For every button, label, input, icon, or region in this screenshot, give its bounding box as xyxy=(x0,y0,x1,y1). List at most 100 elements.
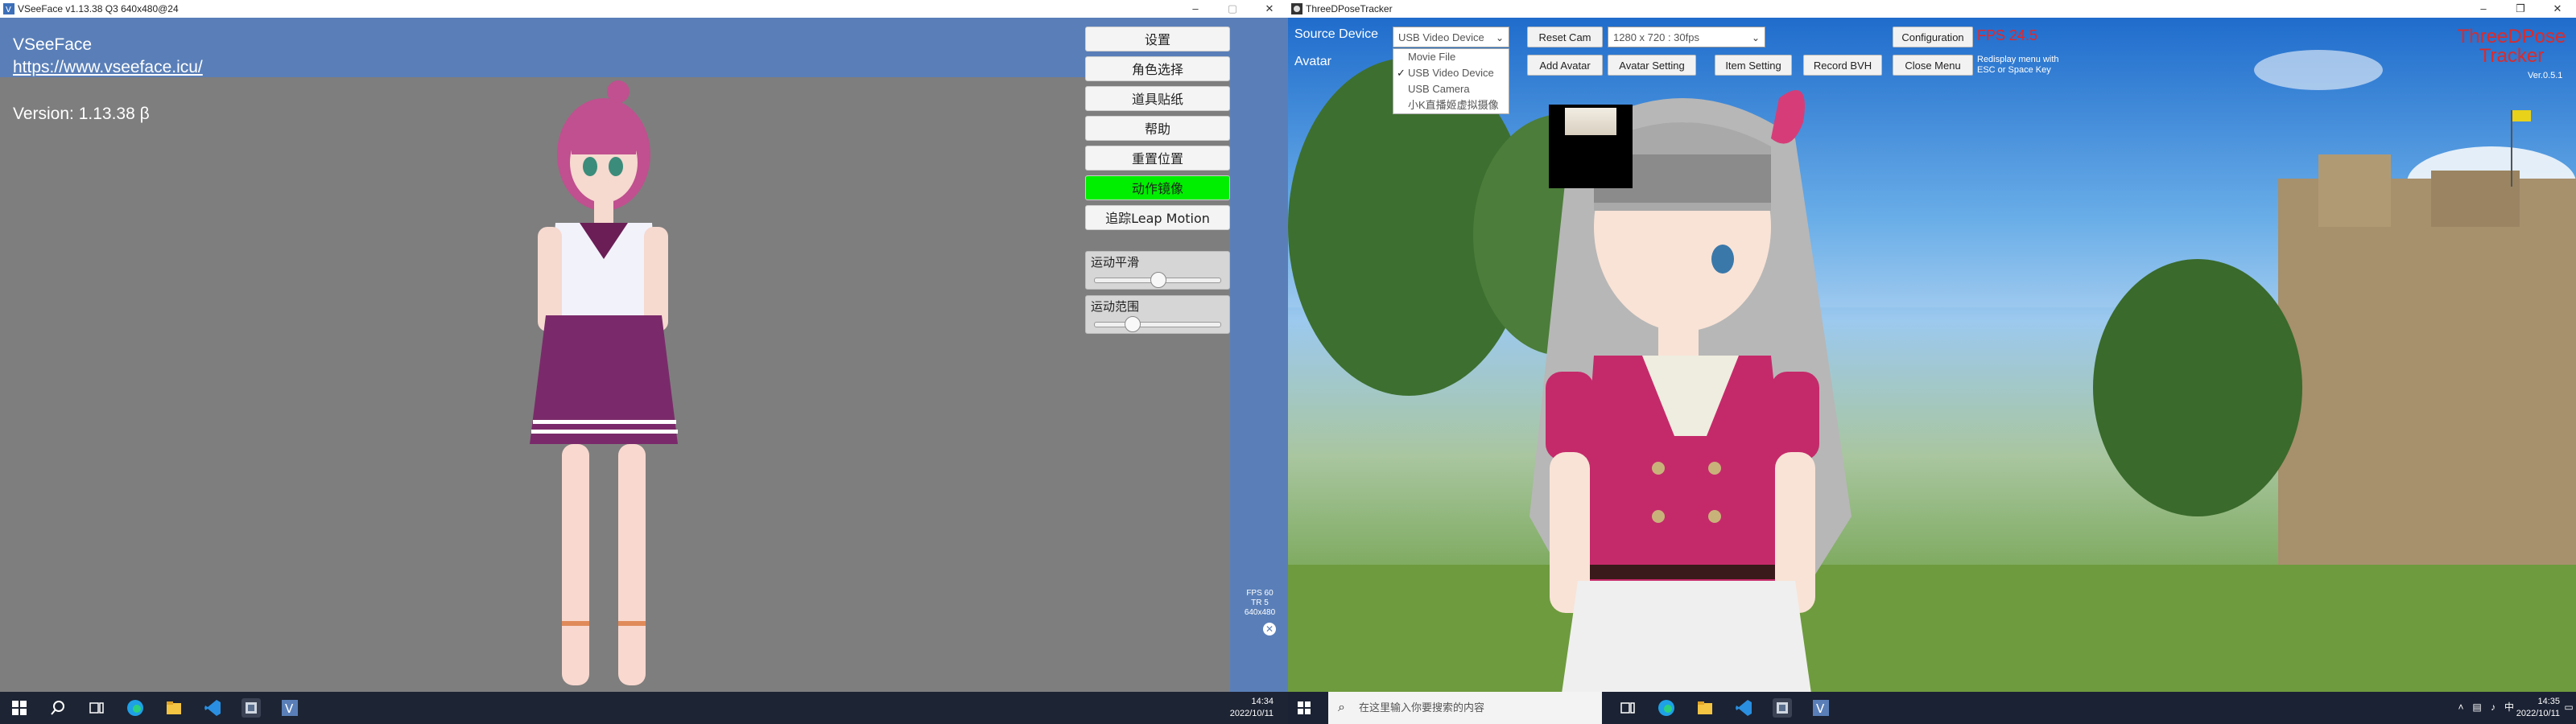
volume-icon[interactable]: ♪ xyxy=(2487,701,2499,713)
python-app-icon[interactable] xyxy=(242,698,261,718)
tdpt-viewport: Source Device Avatar USB Video Device ⌄ … xyxy=(1288,18,2576,692)
reset-position-button[interactable]: 重置位置 xyxy=(1085,146,1230,171)
app-brand: VSeeFace xyxy=(13,35,93,54)
source-device-value: USB Video Device xyxy=(1398,31,1484,43)
edge-icon[interactable] xyxy=(1657,698,1676,718)
redisplay-hint: Redisplay menu with ESC or Space Key xyxy=(1977,55,2059,76)
option-label: USB Video Device xyxy=(1408,67,1494,79)
chevron-up-icon[interactable]: ˄ xyxy=(2455,701,2467,713)
fps-counter: FPS 24.5 xyxy=(1977,27,2038,43)
tdpt-app-icon xyxy=(1291,3,1302,14)
tracking-rate-stat: TR 5 xyxy=(1251,599,1269,607)
close-button[interactable]: ✕ xyxy=(1251,0,1288,18)
windows-start-icon[interactable] xyxy=(10,698,29,718)
resolution-value: 1280 x 720 : 30fps xyxy=(1613,31,1699,43)
tdpt-version: Ver.0.5.1 xyxy=(2528,71,2563,80)
motion-smoothing-slider-box: 运动平滑 xyxy=(1085,251,1230,290)
chevron-down-icon: ⌄ xyxy=(1751,32,1760,43)
motion-range-thumb[interactable] xyxy=(1125,316,1141,332)
clock-time: 14:34 xyxy=(1251,697,1274,706)
right-taskbar: ⌕ 在这里输入你要搜索的内容 V ˄ ▤ ♪ 中 14:35 2022/10/1… xyxy=(1288,692,2576,724)
notification-icon[interactable]: ▭ xyxy=(2563,701,2574,713)
search-placeholder: 在这里输入你要搜索的内容 xyxy=(1359,701,1485,714)
mirror-motion-button[interactable]: 动作镜像 xyxy=(1085,175,1230,200)
close-menu-button[interactable]: Close Menu xyxy=(1893,55,1973,76)
edge-icon[interactable] xyxy=(126,698,145,718)
item-setting-button[interactable]: Item Setting xyxy=(1715,55,1792,76)
vseeface-icon[interactable]: V xyxy=(1811,698,1831,718)
logo-line-2: Tracker xyxy=(2479,45,2545,67)
search-icon: ⌕ xyxy=(1338,701,1345,714)
task-view-icon[interactable] xyxy=(87,698,106,718)
source-device-label: Source Device xyxy=(1294,27,1379,41)
source-device-select[interactable]: USB Video Device ⌄ xyxy=(1393,27,1509,47)
clock-date: 2022/10/11 xyxy=(2516,709,2560,718)
logo-line-1: ThreeDPose xyxy=(2457,26,2566,47)
checkmark-icon: ✓ xyxy=(1397,67,1406,79)
castle-tower xyxy=(2431,171,2520,227)
settings-button[interactable]: 设置 xyxy=(1085,27,1230,51)
reset-cam-button[interactable]: Reset Cam xyxy=(1527,27,1603,47)
vscode-icon[interactable] xyxy=(203,698,222,718)
castle-flag xyxy=(2512,110,2531,121)
configuration-button[interactable]: Configuration xyxy=(1893,27,1973,47)
left-taskbar: V 14:34 2022/10/11 xyxy=(0,692,1288,724)
website-link[interactable]: https://www.vseeface.icu/ xyxy=(13,58,203,77)
minimize-button[interactable]: – xyxy=(1177,0,1214,18)
redisplay-hint-line-2: ESC or Space Key xyxy=(1977,65,2051,75)
file-explorer-icon[interactable] xyxy=(164,698,184,718)
search-icon[interactable] xyxy=(48,698,68,718)
svg-text:V: V xyxy=(1816,701,1825,716)
leap-motion-button[interactable]: 追踪Leap Motion xyxy=(1085,205,1230,230)
right-clock[interactable]: 14:35 2022/10/11 xyxy=(2512,696,2560,720)
clock-time: 14:35 xyxy=(2537,697,2560,706)
record-bvh-button[interactable]: Record BVH xyxy=(1803,55,1882,76)
props-stickers-button[interactable]: 道具贴纸 xyxy=(1085,86,1230,111)
fps-stat: FPS 60 xyxy=(1246,589,1274,598)
minimize-button[interactable]: – xyxy=(2465,0,2502,18)
python-app-icon[interactable] xyxy=(1773,698,1792,718)
version-label: Version: 1.13.38 β xyxy=(13,105,150,123)
source-option-usb-video-device[interactable]: ✓ USB Video Device xyxy=(1393,65,1509,81)
close-stats-icon[interactable]: ✕ xyxy=(1263,623,1276,636)
file-explorer-icon[interactable] xyxy=(1695,698,1715,718)
restore-button[interactable]: ❐ xyxy=(2502,0,2539,18)
taskbar-search-box[interactable]: ⌕ 在这里输入你要搜索的内容 xyxy=(1328,692,1602,724)
vseeface-viewport: VSeeFace https://www.vseeface.icu/ Versi… xyxy=(0,18,1288,692)
left-clock[interactable]: 14:34 2022/10/11 xyxy=(1208,696,1274,720)
right-screen: ThreeDPoseTracker – ❐ ✕ Source Device Av… xyxy=(1288,0,2576,724)
network-icon[interactable]: ▤ xyxy=(2471,701,2483,713)
avatar-label: Avatar xyxy=(1294,55,1331,68)
motion-range-track[interactable] xyxy=(1094,322,1221,327)
redisplay-hint-line-1: Redisplay menu with xyxy=(1977,55,2059,64)
tree xyxy=(2093,259,2302,516)
motion-smoothing-thumb[interactable] xyxy=(1150,272,1166,288)
castle-wall xyxy=(2278,179,2576,565)
window-title: VSeeFace v1.13.38 Q3 640x480@24 xyxy=(18,3,179,14)
source-option-usb-camera[interactable]: USB Camera xyxy=(1393,81,1509,97)
avatar-setting-button[interactable]: Avatar Setting xyxy=(1608,55,1696,76)
resolution-select[interactable]: 1280 x 720 : 30fps ⌄ xyxy=(1608,27,1765,47)
chevron-down-icon: ⌄ xyxy=(1495,32,1504,43)
camera-preview-image xyxy=(1565,108,1616,135)
clock-date: 2022/10/11 xyxy=(1229,709,1274,718)
close-button[interactable]: ✕ xyxy=(2539,0,2576,18)
vseeface-icon[interactable]: V xyxy=(280,698,299,718)
maximize-button[interactable]: ▢ xyxy=(1214,0,1251,18)
vscode-icon[interactable] xyxy=(1734,698,1753,718)
tdpt-logo: ThreeDPose Tracker xyxy=(2447,27,2576,66)
vseeface-avatar xyxy=(530,80,678,685)
source-device-dropdown: Movie File ✓ USB Video Device USB Camera… xyxy=(1393,48,1509,114)
motion-range-label: 运动范围 xyxy=(1091,299,1140,314)
help-button[interactable]: 帮助 xyxy=(1085,116,1230,141)
windows-start-icon[interactable] xyxy=(1298,701,1311,714)
source-option-virtual-camera[interactable]: 小K直播姬虚拟摄像 xyxy=(1393,97,1509,113)
character-select-button[interactable]: 角色选择 xyxy=(1085,56,1230,81)
flagpole xyxy=(2511,110,2512,187)
source-option-movie-file[interactable]: Movie File xyxy=(1393,49,1509,65)
task-view-icon[interactable] xyxy=(1618,698,1637,718)
svg-text:V: V xyxy=(6,6,11,14)
add-avatar-button[interactable]: Add Avatar xyxy=(1527,55,1603,76)
camera-preview xyxy=(1549,105,1633,188)
tdpt-titlebar: ThreeDPoseTracker – ❐ ✕ xyxy=(1288,0,2576,19)
